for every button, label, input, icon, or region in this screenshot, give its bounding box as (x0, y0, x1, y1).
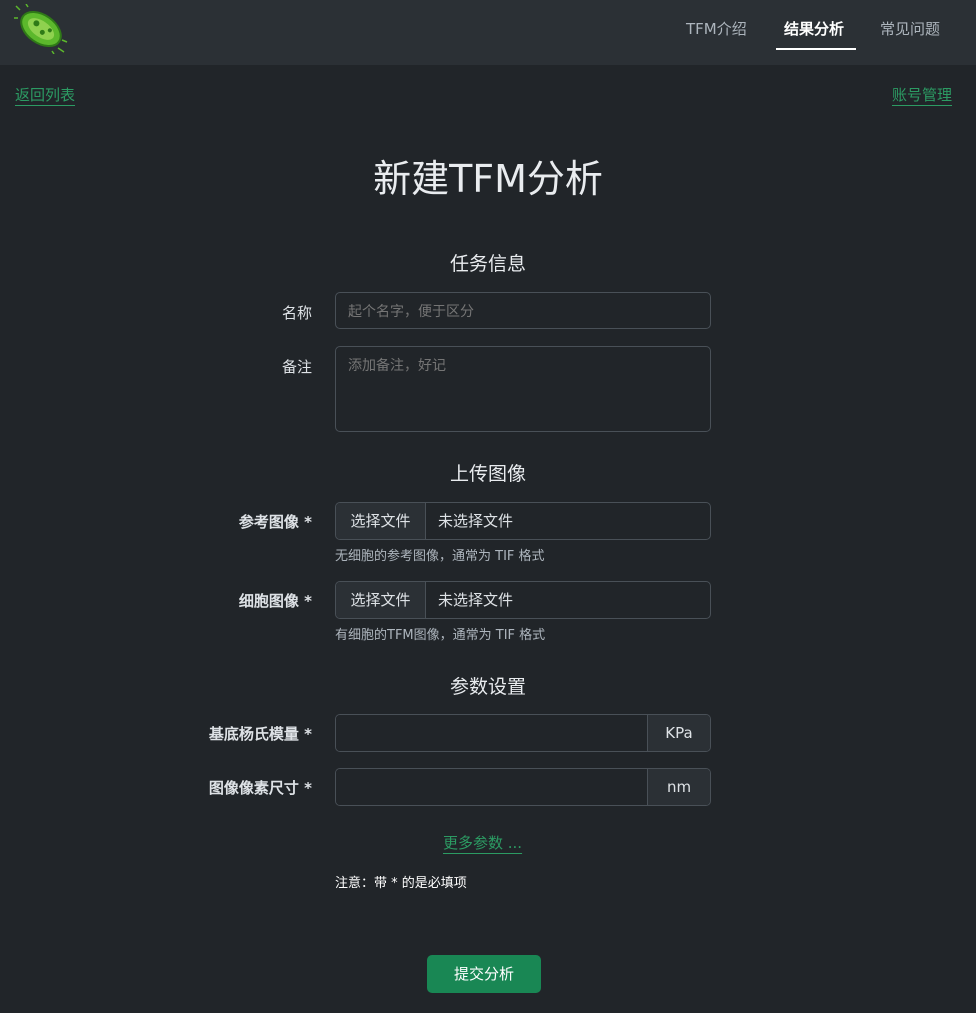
section-title-params: 参数设置 (449, 676, 526, 698)
top-navbar: TFM介绍 结果分析 常见问题 (0, 0, 976, 65)
nav-faq[interactable]: 常见问题 (880, 18, 940, 50)
cell-image-file-input[interactable]: 选择文件 未选择文件 (335, 581, 711, 619)
reference-image-file-input[interactable]: 选择文件 未选择文件 (335, 502, 711, 540)
nav-tfm-intro[interactable]: TFM介绍 (686, 18, 747, 50)
back-to-list-link[interactable]: 返回列表 (15, 84, 75, 105)
required-note: 注意：带 * 的是必填项 (335, 876, 467, 891)
youngs-modulus-group: KPa (335, 714, 711, 752)
page-title: 新建TFM分析 (373, 157, 603, 201)
youngs-modulus-unit: KPa (647, 715, 710, 751)
cell-image-label: 细胞图像 * (238, 592, 312, 610)
reference-image-help: 无细胞的参考图像，通常为 TIF 格式 (335, 549, 545, 564)
more-params-link[interactable]: 更多参数 ... (443, 832, 522, 853)
pixel-size-input[interactable] (336, 769, 647, 805)
reference-image-label: 参考图像 * (238, 513, 312, 531)
section-title-upload: 上传图像 (449, 463, 526, 485)
pixel-size-group: nm (335, 768, 711, 806)
bacterium-icon[interactable] (14, 4, 68, 54)
section-title-task-info: 任务信息 (449, 253, 526, 275)
cell-image-choose-button[interactable]: 选择文件 (336, 582, 426, 618)
pixel-size-label: 图像像素尺寸 * (208, 779, 312, 797)
name-input[interactable] (335, 292, 711, 329)
note-textarea[interactable] (335, 346, 711, 432)
name-label: 名称 (281, 304, 312, 322)
youngs-modulus-input[interactable] (336, 715, 647, 751)
cell-image-file-status: 未选择文件 (438, 591, 514, 609)
cell-image-help: 有细胞的TFM图像，通常为 TIF 格式 (335, 628, 546, 643)
note-label: 备注 (281, 358, 312, 376)
youngs-modulus-label: 基底杨氏模量 * (208, 725, 312, 743)
nav-result-analysis[interactable]: 结果分析 (776, 18, 856, 50)
pixel-size-unit: nm (647, 769, 710, 805)
reference-image-choose-button[interactable]: 选择文件 (336, 503, 426, 539)
reference-image-file-status: 未选择文件 (438, 512, 514, 530)
account-management-link[interactable]: 账号管理 (892, 84, 952, 105)
submit-analysis-button[interactable]: 提交分析 (427, 955, 541, 993)
